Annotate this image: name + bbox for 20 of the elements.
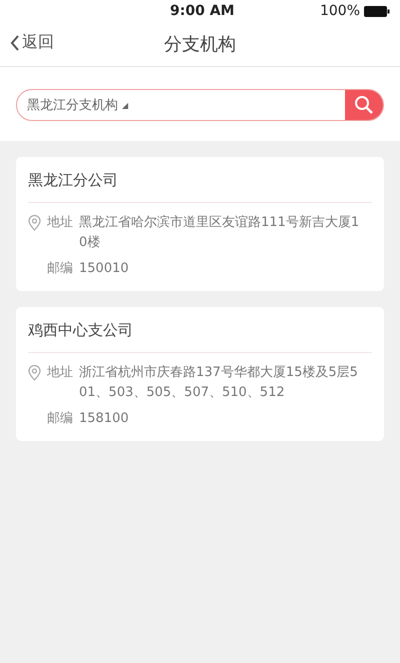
search-icon [354, 95, 374, 115]
postcode-text: 150010 [79, 260, 130, 278]
location-pin-icon [28, 365, 41, 381]
address-label: 地址 [47, 364, 73, 382]
address-label: 地址 [47, 214, 73, 232]
address-text: 浙江省杭州市庆春路137号华都大厦15楼及5层501、503、505、507、510、512 [79, 364, 359, 402]
branch-name: 鸡西中心支公司 [28, 307, 372, 353]
search-button[interactable] [345, 90, 383, 120]
postcode-label: 邮编 [47, 260, 73, 278]
postcode-text: 158100 [79, 410, 130, 428]
location-pin-icon [28, 215, 41, 231]
branch-name: 黑龙江分公司 [28, 157, 372, 203]
chevron-left-icon [10, 34, 20, 52]
status-time: 9:00 AM [170, 3, 234, 19]
address-text: 黑龙江省哈尔滨市道里区友谊路111号新吉大厦10楼 [79, 214, 360, 252]
battery-percent: 100% [320, 3, 360, 19]
page-title: 分支机构 [164, 33, 236, 56]
postcode-label: 邮编 [47, 410, 73, 428]
back-button[interactable]: 返回 [10, 32, 54, 53]
battery-icon [364, 6, 390, 16]
